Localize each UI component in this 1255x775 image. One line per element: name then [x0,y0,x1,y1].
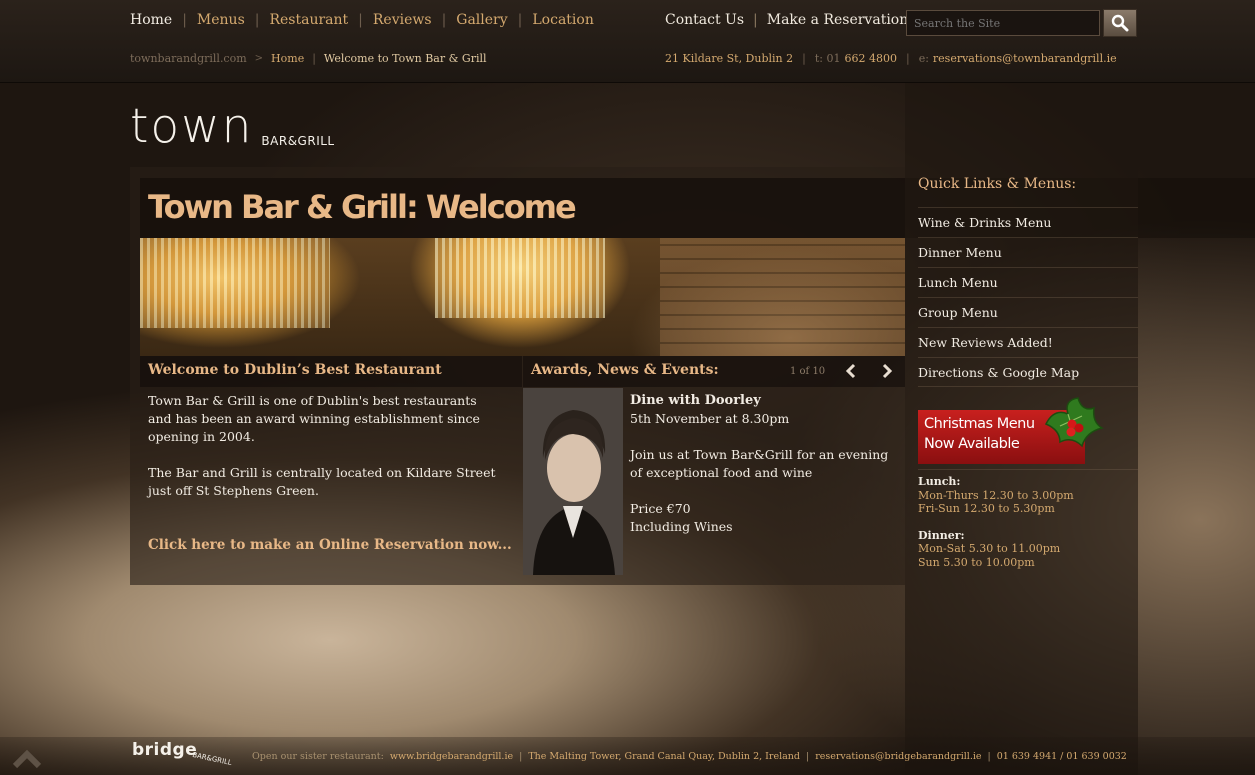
logo-sub: BAR&GRILL [261,134,335,148]
dinner-title: Dinner: [918,528,965,542]
breadcrumb-home[interactable]: Home [271,52,304,65]
scroll-to-top-icon[interactable] [12,747,42,769]
search-icon [1111,14,1129,32]
brick-wall [660,238,905,356]
sister-url[interactable]: www.bridgebarandgrill.ie [390,751,513,762]
bridge-logo-sub: BAR&GRILL [191,750,233,768]
lunch-hours-2: Fri-Sun 12.30 to 5.30pm [918,502,1055,515]
opening-hours: Lunch: Mon-Thurs 12.30 to 3.00pm Fri-Sun… [918,475,1074,569]
news-heading: Awards, News & Events: [531,362,719,378]
search-button[interactable] [1103,9,1137,37]
news-prev-button[interactable] [840,360,862,382]
christmas-menu-banner[interactable]: Christmas Menu Now Available [918,397,1104,464]
top-bar: Home | Menus | Restaurant | Reviews | Ga… [0,0,1255,83]
nav-location[interactable]: Location [532,12,593,28]
welcome-heading: Welcome to Dublin’s Best Restaurant [148,362,442,378]
news-title: Dine with Doorley [630,393,761,408]
quick-link-dinner-menu[interactable]: Dinner Menu [918,237,1138,267]
sister-label: Open our sister restaurant: [252,751,384,762]
utility-nav: Contact Us | Make a Reservation [665,12,908,28]
restaurant-banner-image [140,238,905,356]
sister-phones: 01 639 4941 / 01 639 0032 [996,751,1127,762]
nav-home[interactable]: Home [130,12,172,28]
sister-address: The Malting Tower, Grand Canal Quay, Dub… [528,751,800,762]
chevron-right-icon: > [254,53,264,64]
xmas-line-1: Christmas Menu [924,416,1035,432]
chevron-left-icon [845,363,856,379]
quick-link-group-menu[interactable]: Group Menu [918,297,1138,327]
news-next-button[interactable] [876,360,898,382]
contact-email[interactable]: reservations@townbarandgrill.ie [933,52,1117,65]
contact-us-link[interactable]: Contact Us [665,12,744,28]
site-logo[interactable]: town BAR&GRILL [130,100,335,150]
nav-separator: | [753,12,758,28]
search-input[interactable] [906,10,1100,36]
lampshade-left [140,238,330,328]
contact-separator: | [802,52,806,65]
portrait-icon [523,388,623,575]
footer: bridge BAR&GRILL Open our sister restaur… [0,737,1255,775]
nav-separator: | [254,12,260,28]
contact-separator: | [905,52,910,65]
title-bar: Town Bar & Grill: Welcome [140,178,905,238]
quick-links-list: Wine & Drinks Menu Dinner Menu Lunch Men… [918,207,1138,387]
logo-word: town [130,99,254,154]
email-label: e: [918,52,929,65]
bridge-logo[interactable]: bridge BAR&GRILL [132,740,232,767]
nav-reviews[interactable]: Reviews [373,12,432,28]
breadcrumb-root[interactable]: townbarandgrill.com [130,52,247,65]
chevron-right-icon [882,363,893,379]
dinner-hours-1: Mon-Sat 5.30 to 11.00pm [918,542,1061,555]
quick-links-heading: Quick Links & Menus: [918,176,1077,192]
news-price-note: Including Wines [630,519,733,534]
nav-separator: | [441,12,447,28]
contact-line: 21 Kildare St, Dublin 2 | t: 01 662 4800… [665,52,1117,65]
hours-divider [918,469,1138,470]
footer-separator: | [805,751,810,762]
news-date: 5th November at 8.30pm [630,411,790,426]
news-body: Join us at Town Bar&Grill for an evening… [630,447,889,480]
news-price: Price €70 [630,501,691,516]
nav-gallery[interactable]: Gallery [456,12,507,28]
news-heading-bar: Awards, News & Events: 1 of 10 [523,356,905,387]
news-event-text: Dine with Doorley 5th November at 8.30pm… [630,392,895,536]
welcome-heading-bar: Welcome to Dublin’s Best Restaurant [140,356,522,387]
phone-label: t: 01 [814,52,841,65]
nav-separator: | [358,12,363,28]
welcome-para-2: The Bar and Grill is centrally located o… [148,465,496,498]
online-reservation-link[interactable]: Click here to make an Online Reservation… [148,537,512,553]
breadcrumb-separator: | [312,52,316,65]
dinner-hours-2: Sun 5.30 to 10.00pm [918,555,1035,569]
content-panel: Town Bar & Grill: Welcome Welcome to Dub… [130,167,905,585]
nav-restaurant[interactable]: Restaurant [269,12,348,28]
lunch-title: Lunch: [918,475,961,488]
footer-separator: | [987,751,991,762]
sister-email[interactable]: reservations@bridgebarandgrill.ie [815,751,981,762]
contact-phone: 662 4800 [844,52,897,65]
welcome-text: Town Bar & Grill is one of Dublin's best… [148,392,500,518]
nav-menus[interactable]: Menus [197,12,245,28]
news-event-photo [523,388,623,575]
lampshade-center [435,238,605,318]
quick-link-wine-menu[interactable]: Wine & Drinks Menu [918,207,1138,237]
main-nav: Home | Menus | Restaurant | Reviews | Ga… [130,12,594,28]
lunch-hours-1: Mon-Thurs 12.30 to 3.00pm [918,488,1074,502]
welcome-para-1: Town Bar & Grill is one of Dublin's best… [148,393,480,444]
nav-separator: | [182,12,187,28]
contact-address: 21 Kildare St, Dublin 2 [665,52,794,65]
make-reservation-link[interactable]: Make a Reservation [767,12,909,28]
quick-link-directions[interactable]: Directions & Google Map [918,357,1138,387]
footer-separator: | [519,751,523,762]
quick-link-lunch-menu[interactable]: Lunch Menu [918,267,1138,297]
bridge-logo-word: bridge [132,740,198,760]
breadcrumb-current: Welcome to Town Bar & Grill [323,52,487,65]
page-title: Town Bar & Grill: Welcome [148,188,577,226]
footer-text: Open our sister restaurant: www.bridgeba… [252,751,1127,762]
holly-icon [1044,397,1104,448]
news-pager: 1 of 10 [790,366,826,377]
breadcrumb: townbarandgrill.com > Home | Welcome to … [130,52,487,65]
quick-link-new-reviews[interactable]: New Reviews Added! [918,327,1138,357]
nav-separator: | [517,12,523,28]
xmas-line-2: Now Available [924,436,1020,452]
